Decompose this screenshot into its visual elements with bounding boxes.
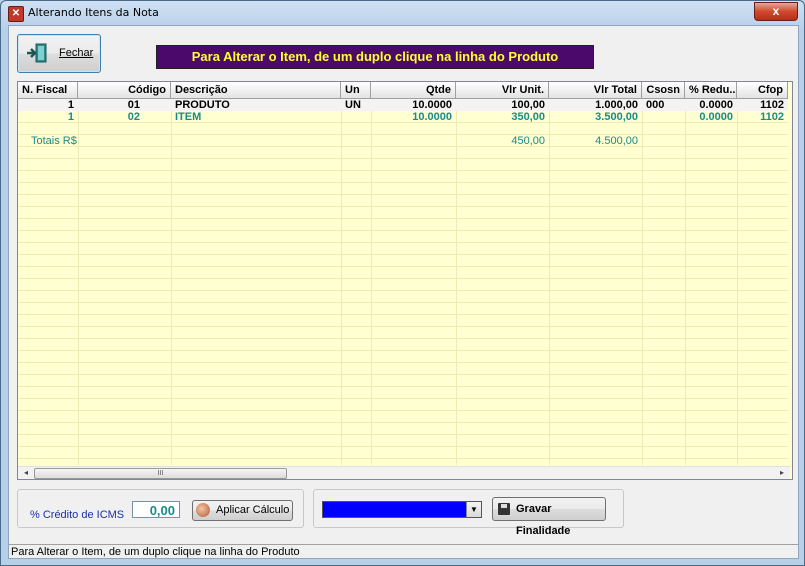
col-header-un[interactable]: Un bbox=[341, 82, 371, 99]
chevron-down-icon[interactable]: ▼ bbox=[466, 502, 481, 517]
save-disk-icon bbox=[498, 503, 510, 515]
icms-label: % Crédito de ICMS bbox=[30, 509, 125, 521]
totals-row: Totais R$ 450,00 4.500,00 bbox=[18, 135, 788, 147]
cell-reducao: 0.0000 bbox=[699, 99, 733, 111]
scroll-right-icon[interactable]: ▸ bbox=[776, 467, 788, 479]
cell-spacer bbox=[171, 135, 456, 147]
aplicar-calculo-button[interactable]: Aplicar Cálculo bbox=[192, 500, 293, 521]
cell-vlr-unit: 350,00 bbox=[511, 111, 545, 123]
col-header-descricao[interactable]: Descrição bbox=[171, 82, 341, 99]
cell-spacer bbox=[144, 111, 171, 123]
col-header-codigo[interactable]: Código bbox=[78, 82, 171, 99]
cell-codigo: 01 bbox=[127, 99, 140, 111]
finalidade-group: ▼ Gravar Finalidade bbox=[313, 489, 624, 537]
cell-cfop: 1102 bbox=[760, 99, 784, 111]
total-vlr-total: 4.500,00 bbox=[595, 135, 638, 147]
gravar-finalidade-label: Gravar Finalidade bbox=[516, 503, 571, 537]
cell-spacer bbox=[144, 99, 171, 111]
totals-label: Totais R$ bbox=[31, 135, 77, 147]
items-grid[interactable]: N. Fiscal Código Descrição Un Qtde Vlr U… bbox=[17, 81, 793, 480]
fechar-button[interactable]: Fechar bbox=[17, 34, 101, 73]
scroll-thumb[interactable]: III bbox=[34, 468, 287, 479]
horizontal-scrollbar[interactable]: ◂ III ▸ bbox=[18, 466, 790, 479]
cell-descricao: ITEM bbox=[175, 111, 202, 123]
gravar-finalidade-button[interactable]: Gravar Finalidade bbox=[492, 497, 606, 537]
grid-body bbox=[18, 99, 788, 465]
cell-descricao: PRODUTO bbox=[175, 99, 230, 111]
col-header-vlr-total[interactable]: Vlr Total bbox=[549, 82, 642, 99]
cell-n-fiscal: 1 bbox=[67, 99, 74, 111]
finalidade-select[interactable]: ▼ bbox=[322, 501, 482, 518]
cell-un: UN bbox=[345, 99, 361, 111]
client-area: Fechar Para Alterar o Item, de um duplo … bbox=[8, 25, 799, 559]
cell-un bbox=[341, 111, 371, 123]
icms-credit-input[interactable]: 0,00 bbox=[132, 501, 180, 518]
cell-cfop: 1102 bbox=[760, 111, 784, 123]
fechar-label: Fechar bbox=[59, 47, 94, 59]
scroll-left-icon[interactable]: ◂ bbox=[20, 467, 32, 479]
close-button[interactable]: x bbox=[754, 2, 798, 21]
cell-vlr-total: 3.500,00 bbox=[595, 111, 638, 123]
table-row[interactable]: 1 01 PRODUTO UN 10.0000 100,00 1.000,00 … bbox=[18, 99, 788, 111]
col-header-cfop[interactable]: Cfop bbox=[737, 82, 788, 99]
cell-csosn: 000 bbox=[646, 99, 665, 111]
cell-qtde: 10.0000 bbox=[412, 99, 452, 111]
cell-n-fiscal: 1 bbox=[67, 111, 74, 123]
col-header-reducao[interactable]: % Redu... bbox=[685, 82, 737, 99]
col-header-qtde[interactable]: Qtde bbox=[371, 82, 456, 99]
exit-door-icon bbox=[27, 43, 47, 63]
grid-header: N. Fiscal Código Descrição Un Qtde Vlr U… bbox=[18, 82, 788, 99]
icms-group: % Crédito de ICMS 0,00 Aplicar Cálculo bbox=[17, 489, 304, 528]
total-vlr-unit: 450,00 bbox=[511, 135, 545, 147]
cell-csosn bbox=[642, 111, 685, 123]
calculator-icon bbox=[196, 503, 210, 517]
cell-vlr-total: 1.000,00 bbox=[595, 99, 638, 111]
status-bar: Para Alterar o Item, de um duplo clique … bbox=[9, 544, 798, 558]
col-header-csosn[interactable]: Csosn bbox=[642, 82, 685, 99]
app-icon[interactable]: ✕ bbox=[8, 6, 24, 22]
window-title: Alterando Itens da Nota bbox=[28, 6, 159, 19]
instruction-banner: Para Alterar o Item, de um duplo clique … bbox=[156, 45, 594, 69]
cell-codigo: 02 bbox=[127, 111, 140, 123]
aplicar-calculo-label: Aplicar Cálculo bbox=[216, 504, 290, 516]
cell-reducao: 0.0000 bbox=[699, 111, 733, 123]
window: ✕ Alterando Itens da Nota x Fechar Para … bbox=[0, 0, 805, 566]
cell-qtde: 10.0000 bbox=[412, 111, 452, 123]
table-row[interactable]: 1 02 ITEM 10.0000 350,00 3.500,00 0.0000… bbox=[18, 111, 788, 123]
col-header-vlr-unit[interactable]: Vlr Unit. bbox=[456, 82, 549, 99]
title-bar[interactable]: ✕ Alterando Itens da Nota x bbox=[1, 1, 804, 25]
col-header-n-fiscal[interactable]: N. Fiscal bbox=[18, 82, 78, 99]
cell-vlr-unit: 100,00 bbox=[511, 99, 545, 111]
